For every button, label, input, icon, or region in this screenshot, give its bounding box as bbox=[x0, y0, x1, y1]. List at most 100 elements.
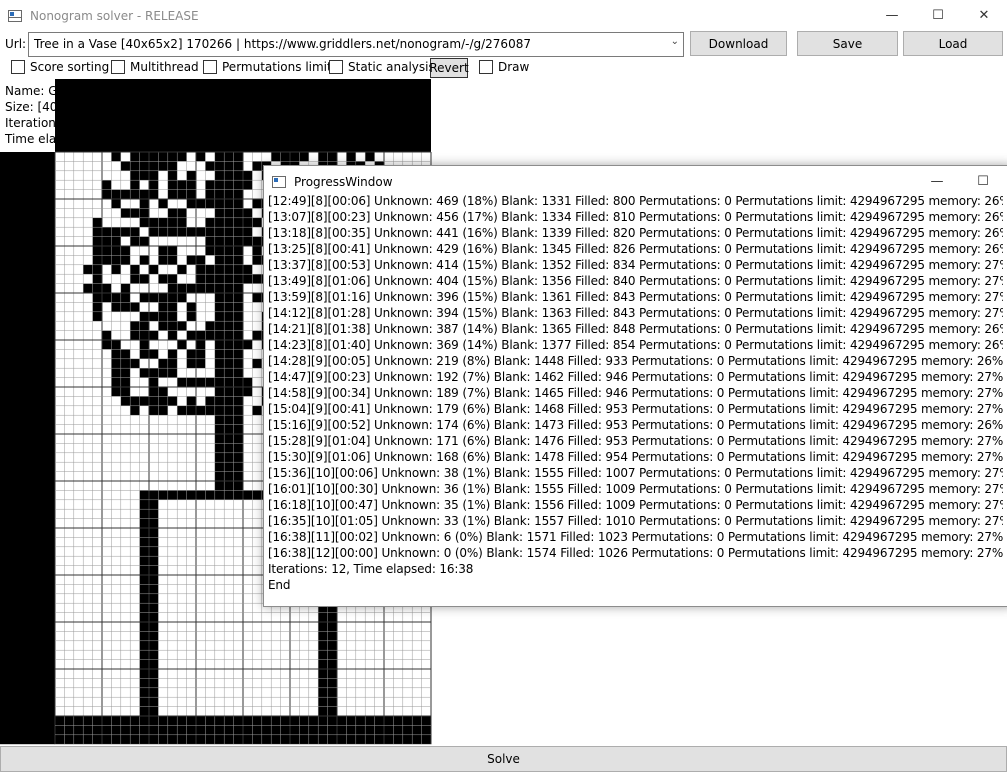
grid-cell bbox=[224, 189, 234, 199]
grid-cell bbox=[186, 189, 196, 199]
score-sorting-checkbox[interactable]: Score sorting bbox=[11, 60, 109, 74]
download-button[interactable]: Download bbox=[690, 31, 787, 56]
progress-log[interactable]: [12:49][8][00:06] Unknown: 469 (18%) Bla… bbox=[268, 193, 1003, 603]
grid-cell bbox=[214, 161, 225, 171]
grid-cell bbox=[149, 659, 159, 669]
checkbox-box[interactable] bbox=[11, 60, 25, 74]
grid-cell bbox=[120, 368, 131, 378]
checkbox-box[interactable] bbox=[203, 60, 217, 74]
grid-cell bbox=[167, 330, 178, 340]
grid-cell bbox=[233, 358, 243, 369]
maximize-button[interactable]: ☐ bbox=[915, 0, 961, 31]
grid-cell bbox=[111, 236, 121, 246]
grid-cell bbox=[130, 180, 140, 190]
grid-cell bbox=[83, 734, 93, 745]
grid-cell bbox=[355, 716, 366, 726]
grid-cell bbox=[252, 217, 262, 228]
grid-cell bbox=[149, 575, 159, 585]
grid-cell bbox=[139, 152, 149, 162]
grid-cell bbox=[214, 330, 225, 340]
load-button[interactable]: Load bbox=[903, 31, 1003, 56]
grid-cell bbox=[186, 199, 196, 209]
grid-cell bbox=[186, 405, 196, 416]
checkbox-box[interactable] bbox=[479, 60, 493, 74]
grid-cell bbox=[243, 274, 253, 284]
multithread-label: Multithread bbox=[130, 60, 199, 74]
log-line: [15:30][9][01:06] Unknown: 168 (6%) Blan… bbox=[268, 450, 1003, 464]
save-button[interactable]: Save bbox=[797, 31, 898, 56]
grid-cell bbox=[83, 725, 93, 735]
grid-cell bbox=[205, 217, 215, 228]
grid-cell bbox=[252, 358, 262, 369]
grid-cell bbox=[158, 321, 168, 331]
grid-cell bbox=[149, 311, 159, 322]
log-line: [13:49][8][01:06] Unknown: 404 (15%) Bla… bbox=[268, 274, 1003, 288]
grid-cell bbox=[327, 697, 337, 707]
grid-cell bbox=[158, 293, 168, 303]
grid-cell bbox=[167, 170, 178, 181]
grid-cell bbox=[224, 321, 234, 331]
grid-cell bbox=[224, 424, 234, 434]
grid-cell bbox=[214, 377, 225, 387]
grid-cell bbox=[139, 217, 149, 228]
grid-cell bbox=[252, 246, 262, 256]
grid-cell bbox=[177, 217, 187, 228]
revert-button[interactable]: Revert bbox=[429, 58, 469, 78]
grid-cell bbox=[177, 152, 187, 162]
grid-cell bbox=[130, 161, 140, 171]
grid-cell bbox=[214, 189, 225, 199]
grid-cell bbox=[224, 340, 234, 350]
grid-cell bbox=[167, 274, 178, 284]
draw-checkbox[interactable]: Draw bbox=[479, 60, 529, 74]
grid-cell bbox=[261, 716, 272, 726]
grid-cell bbox=[92, 274, 102, 284]
grid-cell bbox=[130, 725, 140, 735]
close-button[interactable]: ✕ bbox=[961, 0, 1007, 31]
grid-cell bbox=[186, 311, 196, 322]
grid-cell bbox=[214, 311, 225, 322]
grid-cell bbox=[149, 603, 159, 613]
grid-cell bbox=[224, 443, 234, 453]
grid-cell bbox=[214, 405, 225, 416]
grid-cell bbox=[177, 725, 187, 735]
url-combobox[interactable]: Tree in a Vase [40x65x2] 170266 | https:… bbox=[28, 32, 684, 57]
grid-cell bbox=[205, 396, 215, 406]
grid-cell bbox=[412, 734, 422, 745]
draw-label: Draw bbox=[498, 60, 530, 74]
grid-cell bbox=[149, 725, 159, 735]
grid-cell bbox=[224, 452, 234, 463]
log-line: [14:28][9][00:05] Unknown: 219 (8%) Blan… bbox=[268, 354, 1003, 368]
grid-cell bbox=[196, 734, 206, 745]
checkbox-box[interactable] bbox=[111, 60, 125, 74]
grid-cell bbox=[139, 565, 149, 575]
grid-cell bbox=[374, 734, 384, 745]
grid-cell bbox=[252, 255, 262, 265]
grid-cell bbox=[158, 405, 168, 416]
checkbox-box[interactable] bbox=[329, 60, 343, 74]
grid-cell bbox=[196, 255, 206, 265]
grid-cell bbox=[243, 170, 253, 181]
chevron-down-icon[interactable]: ⌄ bbox=[671, 36, 679, 47]
grid-cell bbox=[158, 716, 168, 726]
solve-button[interactable]: Solve bbox=[0, 746, 1007, 772]
minimize-button[interactable]: — bbox=[869, 0, 915, 31]
grid-cell bbox=[327, 669, 337, 679]
permutations-limit-checkbox[interactable]: Permutations limit bbox=[203, 60, 332, 74]
grid-cell bbox=[233, 387, 243, 397]
grid-cell bbox=[365, 716, 375, 726]
grid-cell bbox=[214, 217, 225, 228]
grid-cell bbox=[224, 396, 234, 406]
grid-cell bbox=[158, 161, 168, 171]
multithread-checkbox[interactable]: Multithread bbox=[111, 60, 199, 74]
static-analysis-checkbox[interactable]: Static analysis bbox=[329, 60, 435, 74]
grid-cell bbox=[233, 170, 243, 181]
grid-cell bbox=[149, 217, 159, 228]
grid-cell bbox=[167, 358, 178, 369]
grid-cell bbox=[205, 274, 215, 284]
grid-cell bbox=[111, 349, 121, 359]
grid-cell bbox=[233, 452, 243, 463]
grid-cell bbox=[224, 405, 234, 416]
grid-cell bbox=[64, 734, 74, 745]
grid-cell bbox=[83, 716, 93, 726]
grid-cell bbox=[327, 152, 337, 162]
